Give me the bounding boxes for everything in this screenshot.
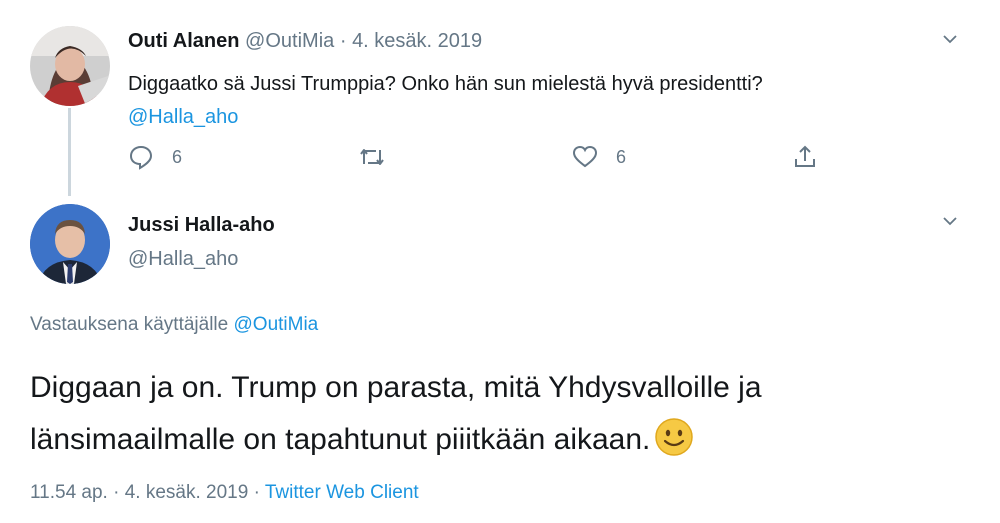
tweet-text-body: Diggaatko sä Jussi Trumppia? Onko hän su… <box>128 73 763 95</box>
reply-button[interactable]: 6 <box>128 144 182 170</box>
tweet-date[interactable]: 4. kesäk. 2019 <box>352 30 482 52</box>
tweet-text: Diggaatko sä Jussi Trumppia? Onko hän su… <box>128 68 948 134</box>
tweet-time[interactable]: 11.54 ap. <box>30 482 108 503</box>
separator: · <box>253 482 260 503</box>
thread-connector-line <box>68 108 71 196</box>
reply-to-prefix: Vastauksena käyttäjälle <box>30 314 229 335</box>
tweet-meta: 11.54 ap. · 4. kesäk. 2019 · Twitter Web… <box>30 482 419 504</box>
reply-context: Vastauksena käyttäjälle @OutiMia <box>30 314 318 336</box>
chevron-down-icon[interactable] <box>943 32 957 46</box>
display-name[interactable]: Outi Alanen <box>128 30 239 52</box>
retweet-icon <box>358 144 386 170</box>
heart-icon <box>572 144 598 170</box>
avatar[interactable] <box>30 26 110 106</box>
reply-icon <box>128 144 154 170</box>
client-link[interactable]: Twitter Web Client <box>265 482 419 503</box>
tweet-text-line: Diggaan ja on. Trump on parasta, mitä Yh… <box>30 371 762 404</box>
share-icon <box>792 144 818 170</box>
tweet-text-line-2: länsimaailmalle on tapahtunut piiitkään … <box>30 414 970 466</box>
tweet-text-line: länsimaailmalle on tapahtunut piiitkään … <box>30 423 651 456</box>
reply-to-mention[interactable]: @OutiMia <box>234 314 319 335</box>
reply-count: 6 <box>172 146 183 167</box>
handle[interactable]: @Halla_aho <box>128 248 238 271</box>
mention-link[interactable]: @Halla_aho <box>128 101 948 134</box>
display-name[interactable]: Jussi Halla-aho <box>128 214 275 237</box>
slightly-smiling-face-icon <box>654 417 694 457</box>
separator: · <box>339 30 347 52</box>
like-count: 6 <box>616 146 627 167</box>
tweet-date[interactable]: 4. kesäk. 2019 <box>125 482 249 503</box>
retweet-button[interactable] <box>358 144 386 170</box>
tweet-actions: 6 6 <box>128 144 828 174</box>
avatar[interactable] <box>30 204 110 284</box>
share-button[interactable] <box>792 144 818 170</box>
handle[interactable]: @OutiMia <box>245 30 334 52</box>
chevron-down-icon[interactable] <box>943 214 957 228</box>
tweet-header: Outi Alanen @OutiMia · 4. kesäk. 2019 <box>128 30 482 53</box>
tweet-text: Diggaan ja on. Trump on parasta, mitä Yh… <box>30 362 970 466</box>
like-button[interactable]: 6 <box>572 144 626 170</box>
separator: · <box>113 482 120 503</box>
